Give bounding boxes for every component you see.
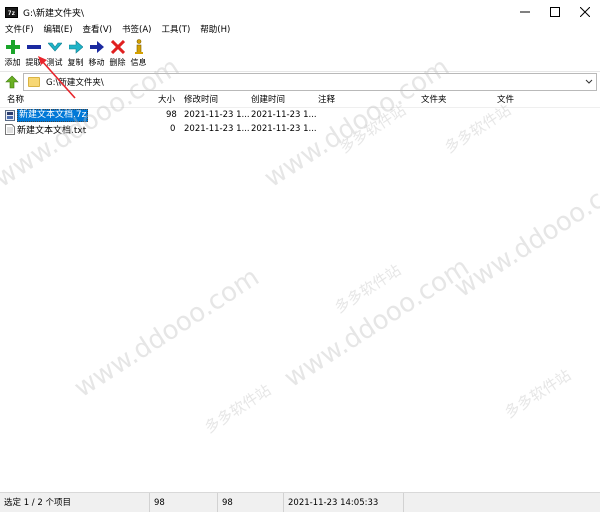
- 7zip-app-icon: 7z: [5, 6, 18, 18]
- move-button[interactable]: 移动: [86, 37, 107, 69]
- column-modified[interactable]: 修改时间: [184, 93, 218, 108]
- column-size[interactable]: 大小: [158, 93, 175, 108]
- text-file-icon: [5, 124, 15, 135]
- file-name: 新建文本文档.7z: [17, 109, 89, 122]
- menu-edit[interactable]: 编辑(E): [44, 23, 73, 35]
- menu-bookmarks[interactable]: 书签(A): [122, 23, 151, 35]
- status-packed-size: 98: [218, 493, 284, 512]
- info-button[interactable]: 信息: [128, 37, 149, 69]
- test-label: 测试: [46, 58, 63, 67]
- column-files[interactable]: 文件: [497, 93, 514, 108]
- info-label: 信息: [130, 58, 147, 67]
- file-modified: 2021-11-23 1...: [184, 110, 250, 120]
- toolbar: 添加 提取 测试 复制 移动 删除 信息: [0, 37, 600, 69]
- file-name-cell: 新建文本文档.txt: [5, 123, 86, 136]
- menu-view[interactable]: 查看(V): [83, 23, 112, 35]
- folder-icon: [28, 77, 40, 87]
- up-arrow-icon: [5, 75, 19, 88]
- watermark-url: www.ddooo.com: [69, 262, 265, 404]
- table-row[interactable]: 新建文本文档.7z 98 2021-11-23 1... 2021-11-23 …: [0, 109, 600, 122]
- column-created[interactable]: 创建时间: [251, 93, 285, 108]
- maximize-icon: [550, 7, 560, 17]
- menu-tools[interactable]: 工具(T): [161, 23, 190, 35]
- add-label: 添加: [4, 58, 21, 67]
- copy-button[interactable]: 复制: [65, 37, 86, 69]
- close-button[interactable]: [570, 0, 600, 24]
- archive-file-icon: [5, 110, 15, 121]
- file-created: 2021-11-23 1...: [251, 110, 317, 120]
- watermark-cn: 多多软件站: [201, 380, 275, 437]
- file-name: 新建文本文档.txt: [17, 126, 87, 136]
- delete-x-icon: [110, 39, 126, 55]
- up-folder-button[interactable]: [3, 73, 21, 91]
- close-icon: [580, 7, 590, 17]
- test-button[interactable]: 测试: [44, 37, 65, 69]
- column-comment[interactable]: 注释: [318, 93, 335, 108]
- title-bar: 7z G:\新建文件夹\: [0, 0, 600, 24]
- address-input[interactable]: G:\新建文件夹\: [23, 73, 597, 91]
- minimize-button[interactable]: [510, 0, 540, 24]
- minimize-icon: [520, 11, 530, 13]
- menu-file[interactable]: 文件(F): [5, 23, 34, 35]
- maximize-button[interactable]: [540, 0, 570, 24]
- file-modified: 2021-11-23 1...: [184, 124, 250, 134]
- file-created: 2021-11-23 1...: [251, 124, 317, 134]
- copy-label: 复制: [67, 58, 84, 67]
- plus-icon: [5, 39, 21, 55]
- move-arrow-icon: [89, 39, 105, 55]
- menu-help[interactable]: 帮助(H): [200, 23, 230, 35]
- extract-button[interactable]: 提取: [23, 37, 44, 69]
- watermark-url: www.ddooo.com: [279, 252, 475, 394]
- chevron-down-icon[interactable]: [585, 78, 593, 86]
- check-arrow-icon: [47, 39, 63, 55]
- watermark-cn: 多多软件站: [501, 365, 575, 422]
- file-name-cell: 新建文本文档.7z: [5, 109, 89, 122]
- extract-label: 提取: [25, 58, 42, 67]
- table-row[interactable]: 新建文本文档.txt 0 2021-11-23 1... 2021-11-23 …: [0, 123, 600, 136]
- menu-bar: 文件(F) 编辑(E) 查看(V) 书签(A) 工具(T) 帮助(H): [0, 22, 600, 36]
- delete-button[interactable]: 删除: [107, 37, 128, 69]
- file-list[interactable]: 新建文本文档.7z 98 2021-11-23 1... 2021-11-23 …: [0, 52, 600, 492]
- status-bar: 选定 1 / 2 个项目 98 98 2021-11-23 14:05:33: [0, 492, 600, 512]
- status-size: 98: [150, 493, 218, 512]
- column-header: 名称 大小 修改时间 创建时间 注释 文件夹 文件: [0, 93, 600, 108]
- move-label: 移动: [88, 58, 105, 67]
- window-controls: [510, 0, 600, 24]
- watermark-url: www.ddooo.com: [449, 162, 600, 304]
- copy-arrow-icon: [68, 39, 84, 55]
- info-icon: [131, 39, 147, 55]
- watermark-cn: 多多软件站: [331, 260, 405, 317]
- column-folders[interactable]: 文件夹: [421, 93, 447, 108]
- file-size: 0: [170, 124, 176, 134]
- column-name[interactable]: 名称: [7, 93, 24, 108]
- address-bar: G:\新建文件夹\: [0, 71, 600, 91]
- status-selection: 选定 1 / 2 个项目: [0, 493, 150, 512]
- add-button[interactable]: 添加: [2, 37, 23, 69]
- minus-icon: [26, 39, 42, 55]
- file-size: 98: [166, 110, 177, 120]
- address-path: G:\新建文件夹\: [46, 78, 104, 88]
- delete-label: 删除: [109, 58, 126, 67]
- status-datetime: 2021-11-23 14:05:33: [284, 493, 404, 512]
- window-title: G:\新建文件夹\: [23, 8, 85, 19]
